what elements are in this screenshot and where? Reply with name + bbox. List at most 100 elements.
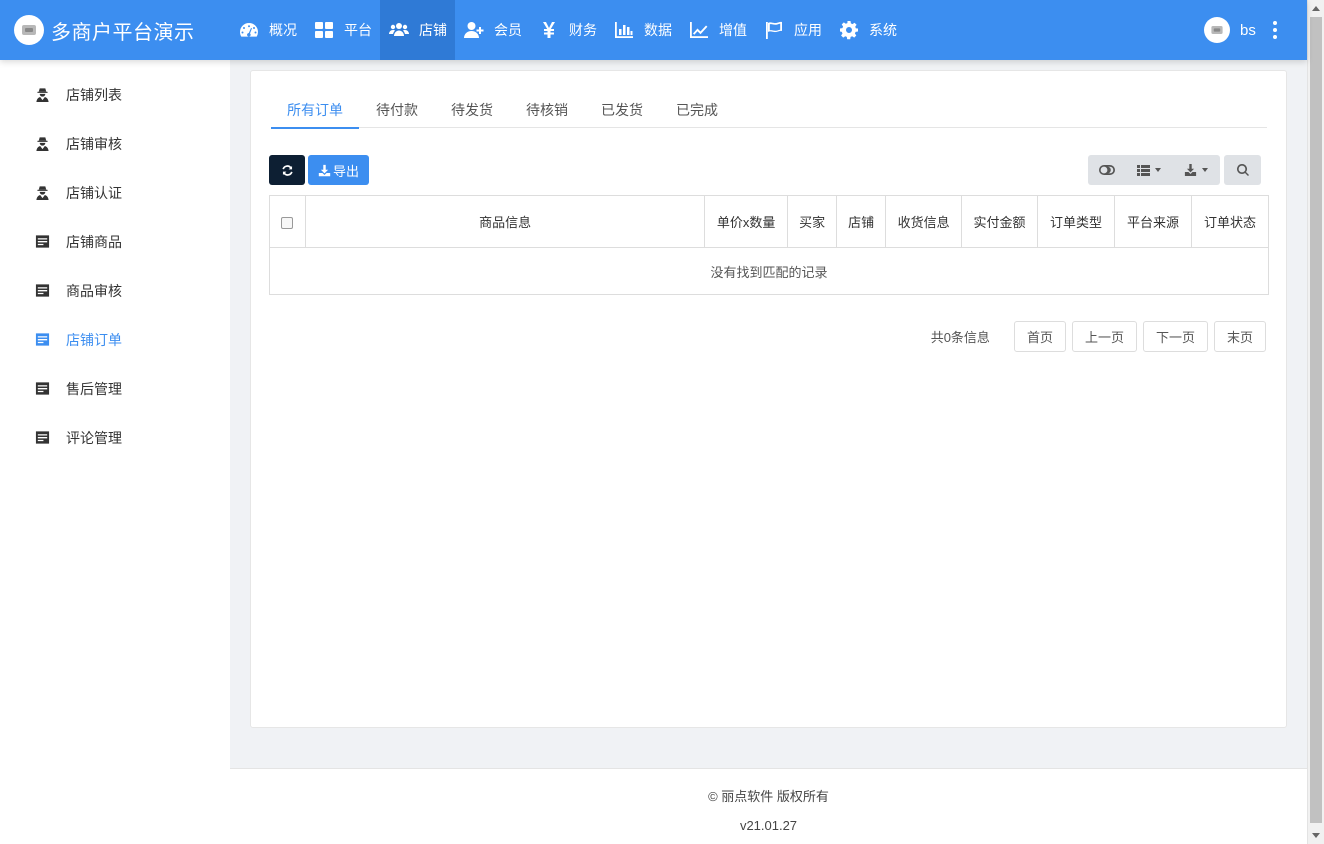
select-all-cell [269,195,306,248]
flag-icon [763,19,785,41]
table-toolbar [1088,155,1261,185]
list-alt-icon [34,430,50,446]
sidebar-item-label: 店铺审核 [66,135,122,152]
vertical-scrollbar[interactable] [1307,0,1324,844]
nav-label: 平台 [344,22,372,38]
sidebar-item-store-orders[interactable]: 店铺订单 [0,315,230,364]
toggle-icon [1099,165,1115,175]
column-header[interactable]: 店铺 [836,195,887,248]
prev-page-button[interactable]: 上一页 [1071,321,1137,352]
nav-label: 概况 [269,22,297,38]
gear-icon [838,19,860,41]
last-page-button[interactable]: 末页 [1213,321,1266,352]
nav-item-store[interactable]: 店铺 [380,0,455,60]
column-header[interactable]: 订单状态 [1190,195,1270,248]
download-icon [318,164,331,176]
line-chart-icon [688,19,710,41]
sidebar-item-store-review[interactable]: 店铺审核 [0,119,230,168]
column-header[interactable]: 单价x数量 [704,195,789,248]
chevron-down-icon [1202,168,1208,172]
sidebar: 店铺列表 店铺审核 店铺认证 店铺商品 商品审核 店铺订单 售后管理 评论管理 [0,60,230,844]
order-tabs: 所有订单 待付款 待发货 待核销 已发货 已完成 [271,91,1267,129]
tab-shipped[interactable]: 已发货 [585,91,659,128]
pagination: 共0条信息 首页 上一页 下一页 末页 [931,321,1266,352]
search-button[interactable] [1224,155,1261,185]
column-header[interactable]: 实付金额 [961,195,1039,248]
export-button[interactable]: 导出 [308,155,369,185]
grid-icon [313,19,335,41]
sidebar-item-label: 店铺认证 [66,184,122,201]
orders-table: 商品信息 单价x数量 买家 店铺 收货信息 实付金额 订单类型 平台来源 订单状… [269,195,1270,295]
nav-label: 店铺 [419,22,447,38]
user-name[interactable]: bs [1240,22,1256,39]
toggle-view-button[interactable] [1088,155,1126,185]
tab-all-orders[interactable]: 所有订单 [271,91,359,129]
nav-label: 数据 [644,22,672,38]
first-page-button[interactable]: 首页 [1013,321,1066,352]
download-icon [1184,164,1197,176]
users-icon [388,19,410,41]
scroll-down-arrow-icon[interactable] [1312,833,1320,838]
scrollbar-thumb[interactable] [1310,17,1322,823]
next-page-button[interactable]: 下一页 [1142,321,1208,352]
nav-item-data[interactable]: 数据 [605,0,680,60]
column-header[interactable]: 收货信息 [885,195,963,248]
sidebar-item-label: 商品审核 [66,282,122,299]
nav-item-system[interactable]: 系统 [830,0,905,60]
nav-label: 应用 [794,22,822,38]
nav-item-platform[interactable]: 平台 [305,0,380,60]
avatar[interactable] [1204,17,1230,43]
list-alt-icon [34,283,50,299]
dashboard-icon [238,19,260,41]
user-secret-icon [34,87,50,103]
sidebar-item-store-certification[interactable]: 店铺认证 [0,168,230,217]
brand-logo [14,15,44,45]
orders-panel: 所有订单 待付款 待发货 待核销 已发货 已完成 导出 商品信息 单价x数量 买… [250,70,1287,728]
chevron-down-icon [1155,168,1161,172]
columns-dropdown-button[interactable] [1126,155,1172,185]
nav-item-overview[interactable]: 概况 [230,0,305,60]
scroll-up-arrow-icon[interactable] [1312,6,1320,11]
search-icon [1236,164,1249,176]
table-header-row: 商品信息 单价x数量 买家 店铺 收货信息 实付金额 订单类型 平台来源 订单状… [269,195,1270,248]
user-secret-icon [34,185,50,201]
footer: © 丽点软件 版权所有 v21.01.27 [230,768,1307,844]
nav-item-member[interactable]: 会员 [455,0,530,60]
table-row: 没有找到匹配的记录 [269,247,1269,295]
more-vertical-icon[interactable] [1272,21,1278,39]
sidebar-item-comments[interactable]: 评论管理 [0,413,230,462]
version: v21.01.27 [739,818,798,833]
nav-label: 系统 [869,22,897,38]
sidebar-item-store-products[interactable]: 店铺商品 [0,217,230,266]
sidebar-item-store-list[interactable]: 店铺列表 [0,70,230,119]
tab-pending-verification[interactable]: 待核销 [510,91,584,128]
list-alt-icon [34,234,50,250]
sidebar-item-product-review[interactable]: 商品审核 [0,266,230,315]
column-header[interactable]: 平台来源 [1114,195,1192,248]
sidebar-item-label: 店铺商品 [66,233,122,250]
tab-pending-shipment[interactable]: 待发货 [435,91,509,128]
main-nav: 概况 平台 店铺 会员 财务 数据 增值 应用 系统 [230,0,905,60]
column-header[interactable]: 商品信息 [304,195,706,248]
refresh-icon [281,164,293,176]
user-menu[interactable]: bs [1204,17,1278,43]
column-header[interactable]: 订单类型 [1037,195,1115,248]
bar-chart-icon [613,19,635,41]
select-all-checkbox[interactable] [281,216,294,229]
download-dropdown-button[interactable] [1172,155,1220,185]
nav-item-value-added[interactable]: 增值 [680,0,755,60]
refresh-button[interactable] [269,155,305,185]
list-alt-icon [34,381,50,397]
brand[interactable]: 多商户平台演示 [14,15,195,45]
sidebar-item-label: 店铺列表 [66,86,122,103]
nav-item-finance[interactable]: 财务 [530,0,605,60]
tab-pending-payment[interactable]: 待付款 [360,91,434,128]
sidebar-item-after-sales[interactable]: 售后管理 [0,364,230,413]
top-navbar: 多商户平台演示 概况 平台 店铺 会员 财务 数据 增值 应用 系统 bs [0,0,1307,60]
list-icon [1137,164,1150,176]
user-secret-icon [34,136,50,152]
column-header[interactable]: 买家 [787,195,838,248]
nav-label: 增值 [719,22,747,38]
tab-completed[interactable]: 已完成 [660,91,734,128]
nav-item-apps[interactable]: 应用 [755,0,830,60]
